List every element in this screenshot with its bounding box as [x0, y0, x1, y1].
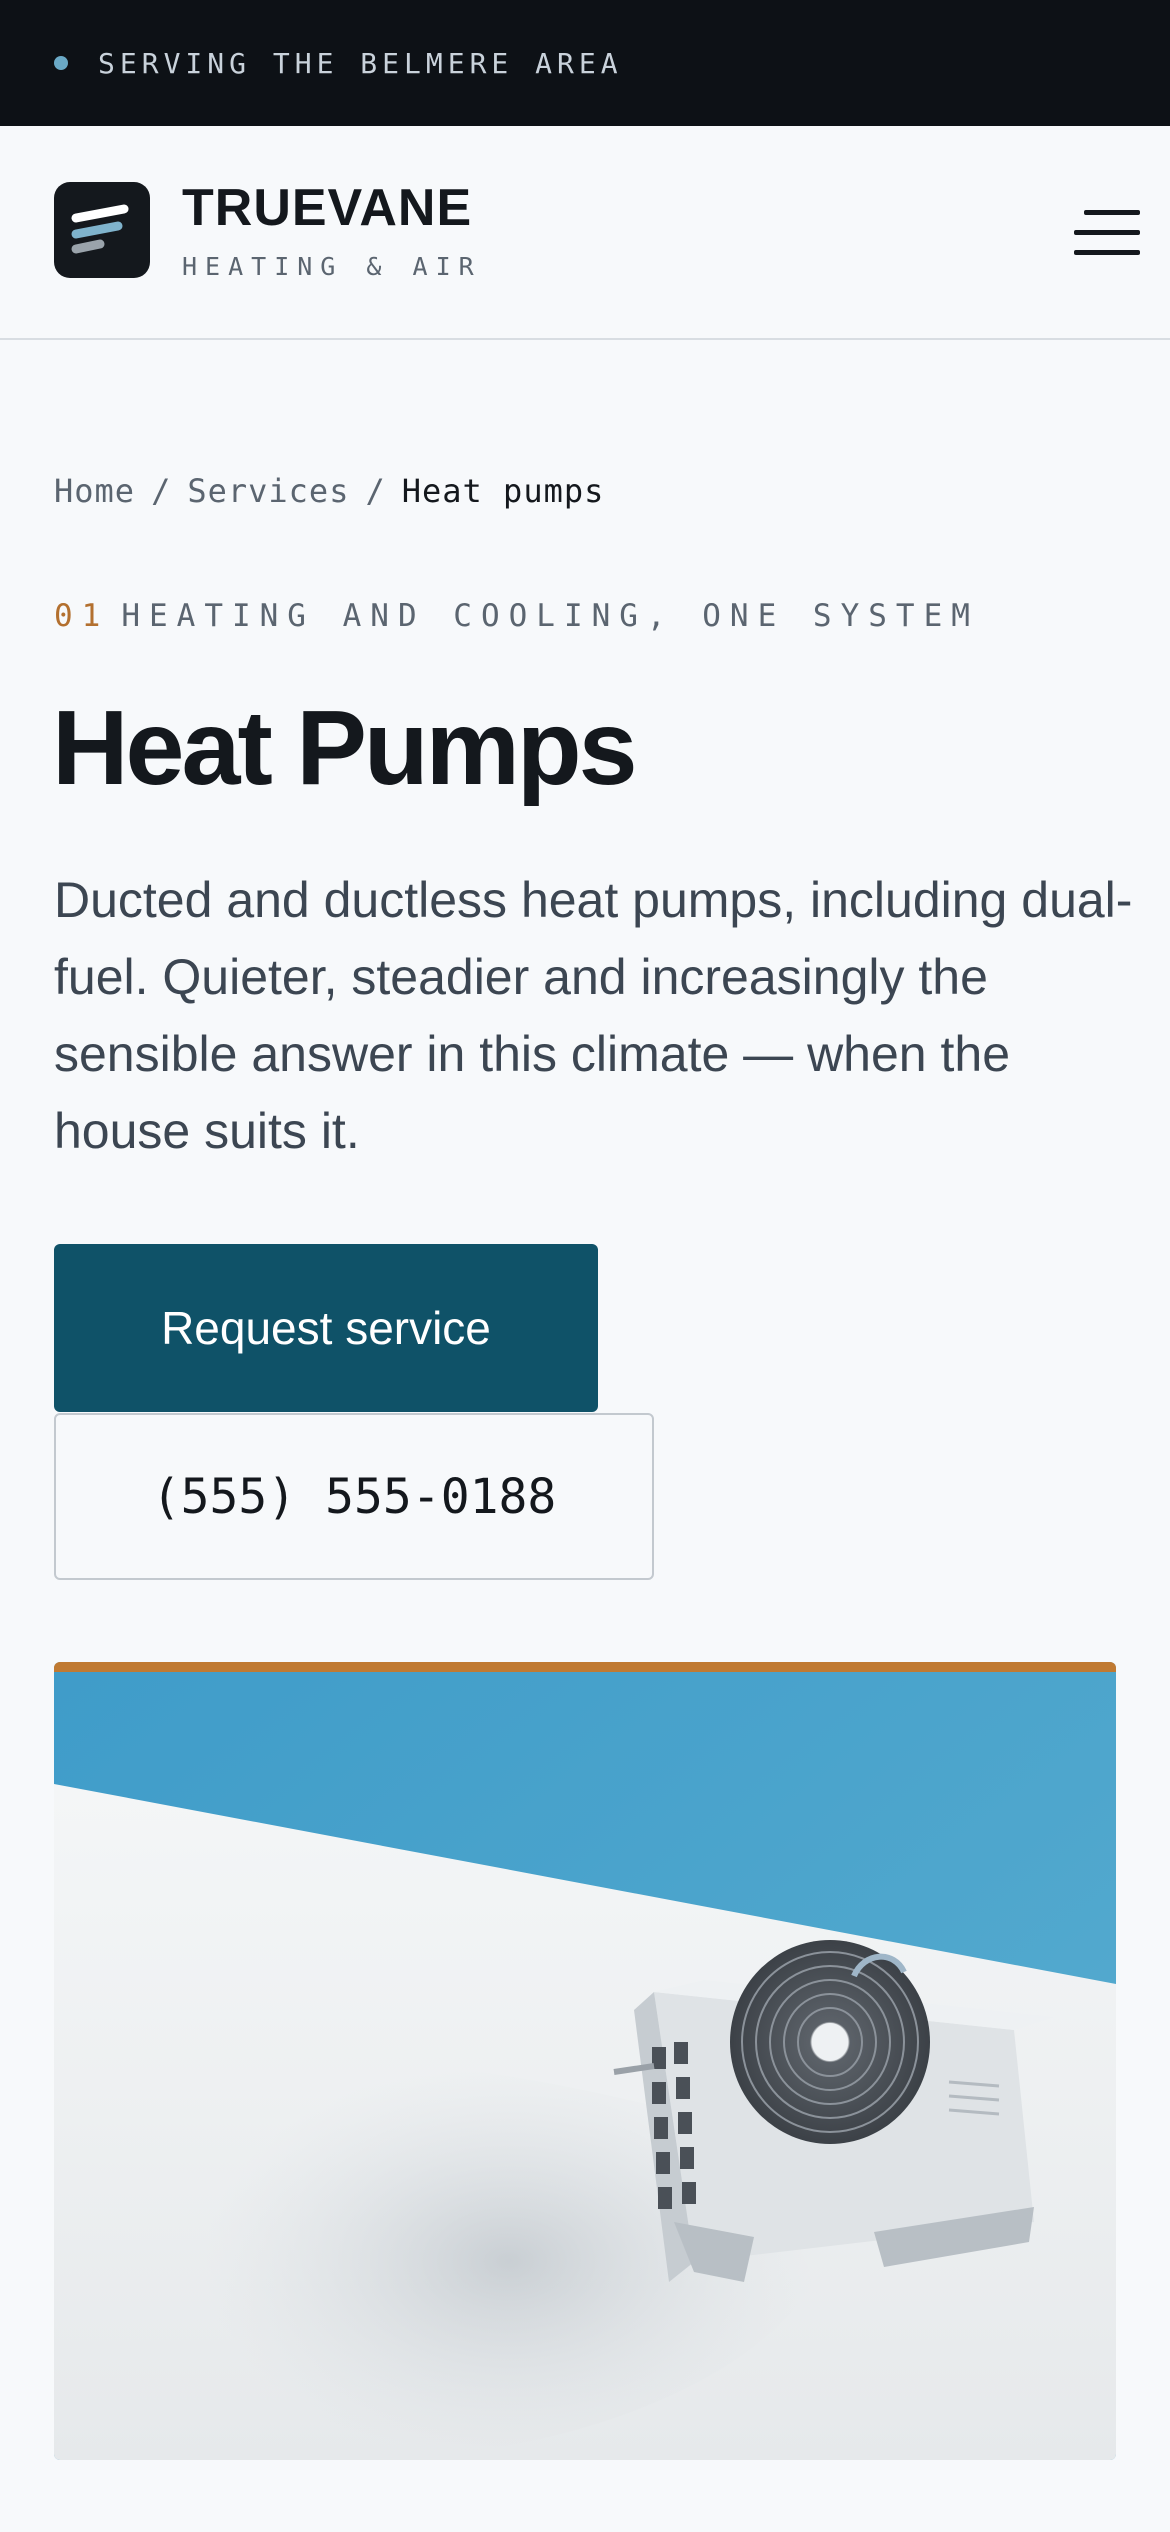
photo-accent-bar [54, 1662, 1116, 1672]
service-area-bar: SERVING THE BELMERE AREA [0, 0, 1170, 126]
section-eyebrow: 01 HEATING AND COOLING, ONE SYSTEM [54, 598, 979, 634]
phone-button[interactable]: (555) 555-0188 [54, 1413, 654, 1580]
page-title: Heat Pumps [52, 689, 638, 807]
breadcrumb-services[interactable]: Services [187, 472, 349, 510]
breadcrumb-current: Heat pumps [401, 472, 605, 510]
breadcrumb-separator: / [365, 472, 386, 510]
breadcrumb-separator: / [151, 472, 172, 510]
status-dot [54, 56, 68, 70]
heat-pump-photo [54, 1662, 1116, 2460]
brand-tagline: HEATING & AIR [182, 252, 482, 281]
breadcrumb-home[interactable]: Home [54, 472, 135, 510]
logo-icon[interactable] [54, 182, 150, 278]
brand-name: TRUEVANE [182, 179, 473, 237]
eyebrow-text: HEATING AND COOLING, ONE SYSTEM [121, 598, 979, 634]
hamburger-menu-icon[interactable] [1070, 206, 1140, 262]
eyebrow-number: 01 [54, 598, 110, 634]
site-header: TRUEVANE HEATING & AIR [0, 126, 1170, 340]
breadcrumb: Home / Services / Heat pumps [54, 472, 604, 510]
request-service-button[interactable]: Request service [54, 1244, 598, 1412]
service-area-text: SERVING THE BELMERE AREA [98, 46, 623, 80]
brand[interactable]: TRUEVANE HEATING & AIR [182, 182, 482, 281]
page-lead: Ducted and ductless heat pumps, includin… [54, 872, 1133, 1159]
